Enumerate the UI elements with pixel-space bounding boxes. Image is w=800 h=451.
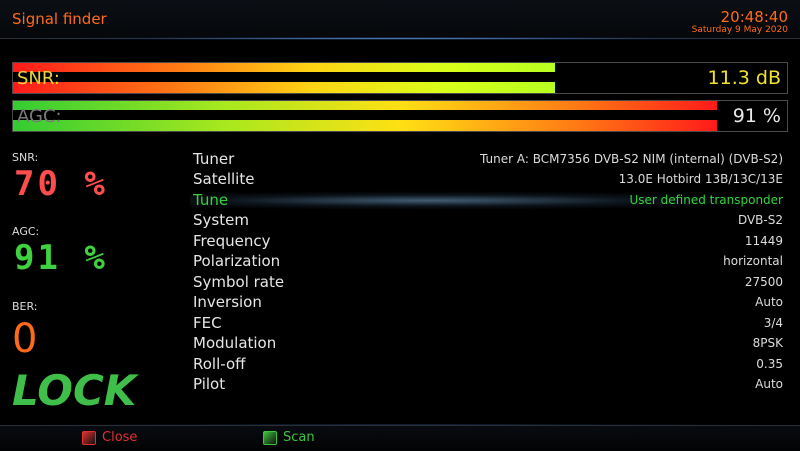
info-value: 0.35: [756, 357, 783, 371]
red-key-icon: [82, 431, 96, 445]
info-key: Satellite: [193, 170, 255, 188]
info-value: 8PSK: [752, 336, 783, 350]
agc-bar-fill: [13, 101, 717, 131]
info-key: FEC: [193, 314, 222, 332]
info-row-polarization[interactable]: Polarization horizontal: [193, 252, 783, 272]
info-value: DVB-S2: [737, 213, 783, 227]
info-row-modulation[interactable]: Modulation 8PSK: [193, 334, 783, 354]
info-row-system[interactable]: System DVB-S2: [193, 211, 783, 231]
header-divider-glow: [0, 37, 800, 40]
info-key: Tuner: [193, 150, 235, 168]
ber-stat-label: BER:: [12, 300, 38, 313]
green-key-icon: [263, 431, 277, 445]
snr-bar: SNR: 11.3 dB: [12, 62, 788, 94]
info-row-inversion[interactable]: Inversion Auto: [193, 293, 783, 313]
snr-stat-value: 70 %: [14, 164, 108, 204]
close-button-label: Close: [102, 430, 138, 445]
window-title: Signal finder: [12, 10, 107, 28]
info-value: 11449: [744, 234, 783, 248]
info-row-roll-off[interactable]: Roll-off 0.35: [193, 355, 783, 375]
info-key: Inversion: [193, 293, 262, 311]
agc-bar-band-bottom: [13, 120, 717, 131]
info-row-tune[interactable]: Tune User defined transponder: [193, 191, 783, 211]
agc-bar-label: AGC:: [17, 106, 62, 127]
info-row-tuner[interactable]: Tuner Tuner A: BCM7356 DVB-S2 NIM (inter…: [193, 150, 783, 170]
info-row-pilot[interactable]: Pilot Auto: [193, 375, 783, 395]
info-key: System: [193, 211, 249, 229]
ber-stat-value: 0: [12, 316, 38, 362]
info-value: 27500: [744, 275, 783, 289]
snr-bar-band-bottom: [13, 82, 555, 93]
info-value: User defined transponder: [629, 193, 784, 207]
info-row-symbol-rate[interactable]: Symbol rate 27500: [193, 273, 783, 293]
title-bar: Signal finder 20:48:40 Saturday 9 May 20…: [0, 0, 800, 39]
info-row-satellite[interactable]: Satellite 13.0E Hotbird 13B/13C/13E: [193, 170, 783, 190]
info-key: Symbol rate: [193, 273, 285, 291]
agc-stat-value: 91 %: [14, 238, 108, 278]
clock-time: 20:48:40: [720, 8, 788, 26]
lock-status: LOCK: [12, 366, 137, 415]
info-value: Auto: [755, 377, 783, 391]
info-key: Modulation: [193, 334, 277, 352]
info-row-frequency[interactable]: Frequency 11449: [193, 232, 783, 252]
agc-stat-label: AGC:: [12, 225, 40, 238]
snr-stat-label: SNR:: [12, 151, 39, 164]
info-value: Auto: [755, 295, 783, 309]
info-key: Tune: [193, 191, 229, 209]
agc-bar-value: 91 %: [732, 105, 781, 127]
info-value: horizontal: [723, 254, 783, 268]
info-value: 3/4: [763, 316, 783, 330]
clock-date: Saturday 9 May 2020: [691, 25, 788, 35]
snr-bar-band-gap: [13, 72, 555, 82]
snr-bar-value: 11.3 dB: [707, 67, 781, 89]
snr-bar-label: SNR:: [17, 68, 60, 89]
snr-bar-band-top: [13, 63, 555, 72]
info-key: Polarization: [193, 252, 281, 270]
info-value: 13.0E Hotbird 13B/13C/13E: [618, 172, 783, 186]
agc-bar-band-gap: [13, 110, 717, 120]
info-key: Roll-off: [193, 355, 246, 373]
info-row-fec[interactable]: FEC 3/4: [193, 314, 783, 334]
snr-bar-fill: [13, 63, 555, 93]
info-key: Frequency: [193, 232, 271, 250]
info-key: Pilot: [193, 375, 226, 393]
scan-button-label: Scan: [283, 430, 315, 445]
agc-bar: AGC: 91 %: [12, 100, 788, 132]
agc-bar-band-top: [13, 101, 717, 110]
info-value: Tuner A: BCM7356 DVB-S2 NIM (internal) (…: [480, 152, 783, 166]
